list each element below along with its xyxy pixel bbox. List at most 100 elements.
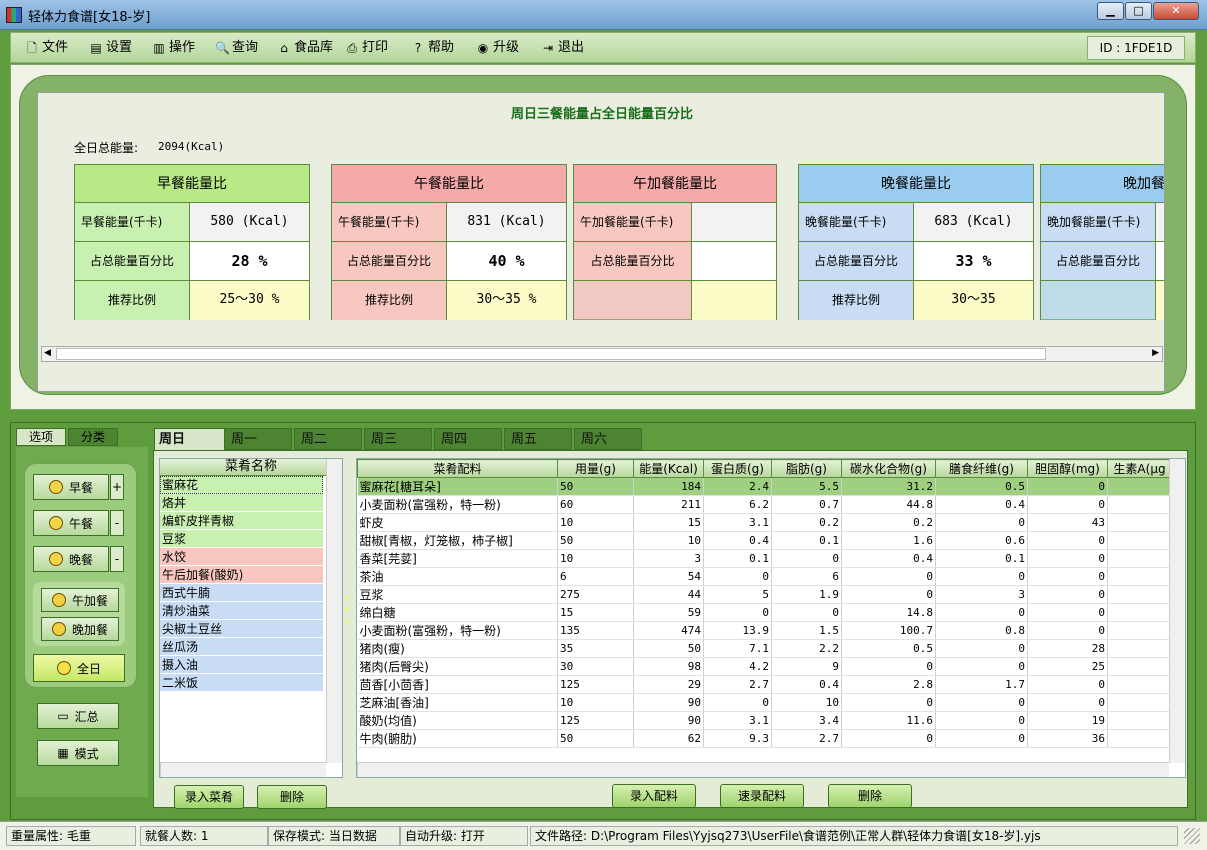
- dish-list-item[interactable]: 清炒油菜: [160, 602, 323, 620]
- quick-add-ingredient-button[interactable]: 速录配料: [720, 784, 804, 808]
- column-header[interactable]: 碳水化合物(g): [841, 459, 936, 478]
- dish-list-item[interactable]: 午后加餐(酸奶): [160, 566, 323, 584]
- ingredient-cell: 50: [557, 729, 634, 748]
- menu-globe-item[interactable]: ◉ 升级: [476, 38, 519, 58]
- ingredient-cell: [1107, 513, 1172, 532]
- menu-help-item[interactable]: ? 帮助: [411, 38, 454, 58]
- ingredient-row[interactable]: 小麦面粉(富强粉，特一粉) 135 474 13.9 1.5 100.7 0.8 0: [357, 621, 1172, 640]
- tab-day-6[interactable]: 周六: [574, 428, 642, 450]
- dish-list-item[interactable]: 西式牛腩: [160, 584, 323, 602]
- column-header[interactable]: 用量(g): [557, 459, 634, 478]
- ingredient-row[interactable]: 猪肉(后臀尖) 30 98 4.2 9 0 0 25: [357, 657, 1172, 676]
- scroll-left-icon[interactable]: ◀: [44, 348, 51, 358]
- menu-exit-item[interactable]: ⇥ 退出: [541, 38, 584, 58]
- tab-category[interactable]: 分类: [68, 428, 118, 446]
- remove-lunch-button[interactable]: -: [110, 510, 124, 536]
- delete-dish-button[interactable]: 删除: [257, 785, 327, 809]
- summary-button[interactable]: ▭ 汇总: [37, 703, 119, 729]
- ingredient-cell: 100.7: [841, 621, 936, 640]
- tab-options[interactable]: 选项: [16, 428, 66, 446]
- add-breakfast-button[interactable]: +: [110, 474, 124, 500]
- dish-list-item[interactable]: 摄入油: [160, 656, 323, 674]
- clock-icon: [48, 480, 63, 494]
- tab-day-1[interactable]: 周一: [224, 428, 292, 450]
- menu-file-item[interactable]: 🗋 文件: [25, 38, 68, 58]
- collapse-arrows-icon[interactable]: ‹ ‹ ‹: [345, 593, 349, 626]
- tab-day-4[interactable]: 周四: [434, 428, 502, 450]
- tab-day-2[interactable]: 周二: [294, 428, 362, 450]
- ingredient-row[interactable]: 香菜[芫荽] 10 3 0.1 0 0.4 0.1 0: [357, 549, 1172, 568]
- minimize-button[interactable]: ▁: [1097, 2, 1124, 20]
- menu-house-item[interactable]: ⌂ 食品库: [277, 38, 333, 58]
- add-ingredient-button[interactable]: 录入配料: [612, 784, 696, 808]
- ingredient-cell: 0: [935, 657, 1028, 676]
- dish-list-item[interactable]: 水饺: [160, 548, 323, 566]
- column-header[interactable]: 胆固醇(mg): [1027, 459, 1108, 478]
- dish-horizontal-scrollbar[interactable]: [160, 762, 326, 777]
- ingredient-cell: 1.9: [771, 585, 842, 604]
- clock-icon: [48, 552, 63, 566]
- menu-item-label: 食品库: [294, 40, 334, 55]
- dish-list-item[interactable]: 豆浆: [160, 530, 323, 548]
- scroll-thumb[interactable]: [56, 348, 1046, 360]
- tab-day-5[interactable]: 周五: [504, 428, 572, 450]
- column-header[interactable]: 能量(Kcal): [633, 459, 704, 478]
- ingredient-row[interactable]: 绵白糖 15 59 0 0 14.8 0 0: [357, 603, 1172, 622]
- ingredient-cell: 0.7: [771, 495, 842, 514]
- delete-ingredient-button[interactable]: 删除: [828, 784, 912, 808]
- ingredient-cell: 6.2: [703, 495, 772, 514]
- ingredient-row[interactable]: 豆浆 275 44 5 1.9 0 3 0: [357, 585, 1172, 604]
- ingredient-cell: 5.5: [771, 477, 842, 496]
- clock-icon: [51, 622, 66, 636]
- ingredient-row[interactable]: 猪肉(瘦) 35 50 7.1 2.2 0.5 0 28: [357, 639, 1172, 658]
- column-header[interactable]: 菜肴配料: [357, 459, 558, 478]
- dish-list-item[interactable]: 蜜麻花: [160, 476, 323, 494]
- menu-chart-item[interactable]: ▥ 操作: [152, 38, 195, 58]
- dish-list-item[interactable]: 烙丼: [160, 494, 323, 512]
- lunch-button[interactable]: 午餐: [33, 510, 109, 536]
- ingredient-vertical-scrollbar[interactable]: [1169, 459, 1185, 763]
- ingredient-row[interactable]: 蜜麻花[糖耳朵] 50 184 2.4 5.5 31.2 0.5 0: [357, 477, 1172, 496]
- energy-value: [692, 203, 776, 241]
- dish-list-item[interactable]: 尖椒土豆丝: [160, 620, 323, 638]
- dish-vertical-scrollbar[interactable]: [326, 459, 342, 763]
- mode-icon: ▦: [57, 746, 69, 760]
- menu-item-label: 退出: [558, 40, 585, 55]
- menu-settings-item[interactable]: ▤ 设置: [89, 38, 132, 58]
- ingredient-row[interactable]: 芝麻油[香油] 10 90 0 10 0 0 0: [357, 693, 1172, 712]
- ingredient-row[interactable]: 小麦面粉(富强粉，特一粉) 60 211 6.2 0.7 44.8 0.4 0: [357, 495, 1172, 514]
- maximize-button[interactable]: □: [1125, 2, 1152, 20]
- ingredient-row[interactable]: 虾皮 10 15 3.1 0.2 0.2 0 43: [357, 513, 1172, 532]
- ingredient-row[interactable]: 茴香[小茴香] 125 29 2.7 0.4 2.8 1.7 0: [357, 675, 1172, 694]
- column-header[interactable]: 膳食纤维(g): [935, 459, 1028, 478]
- dish-list-item[interactable]: 二米饭: [160, 674, 323, 692]
- ingredient-row[interactable]: 酸奶(均值) 125 90 3.1 3.4 11.6 0 19: [357, 711, 1172, 730]
- dish-list-item[interactable]: 煸虾皮拌青椒: [160, 512, 323, 530]
- ingredient-horizontal-scrollbar[interactable]: [357, 762, 1169, 777]
- add-dish-button[interactable]: 录入菜肴: [174, 785, 244, 809]
- dinner-snack-button[interactable]: 晚加餐: [41, 617, 119, 641]
- resize-grip-icon[interactable]: [1184, 828, 1200, 844]
- breakfast-button[interactable]: 早餐: [33, 474, 109, 500]
- all-day-label: 全日: [76, 661, 101, 676]
- tab-day-3[interactable]: 周三: [364, 428, 432, 450]
- lunch-snack-button[interactable]: 午加餐: [41, 588, 119, 612]
- column-header[interactable]: 生素A(μg: [1107, 459, 1172, 478]
- horizontal-scrollbar[interactable]: ◀ ▶: [41, 346, 1163, 362]
- column-header[interactable]: 脂肪(g): [771, 459, 842, 478]
- ingredient-row[interactable]: 牛肉(腑肋) 50 62 9.3 2.7 0 0 36: [357, 729, 1172, 748]
- menu-search-item[interactable]: 🔍 查询: [215, 38, 258, 58]
- tab-day-0[interactable]: 周日: [154, 428, 226, 450]
- ingredient-row[interactable]: 茶油 6 54 0 6 0 0 0: [357, 567, 1172, 586]
- dish-list-item[interactable]: 丝瓜汤: [160, 638, 323, 656]
- all-day-button[interactable]: 全日: [33, 654, 125, 682]
- remove-dinner-button[interactable]: -: [110, 546, 124, 572]
- ingredient-cell: 0: [935, 639, 1028, 658]
- dinner-button[interactable]: 晚餐: [33, 546, 109, 572]
- menu-printer-item[interactable]: ⎙ 打印: [345, 38, 388, 58]
- column-header[interactable]: 蛋白质(g): [703, 459, 772, 478]
- ingredient-row[interactable]: 甜椒[青椒，灯笼椒，柿子椒] 50 10 0.4 0.1 1.6 0.6 0: [357, 531, 1172, 550]
- scroll-right-icon[interactable]: ▶: [1152, 348, 1159, 358]
- close-button[interactable]: ✕: [1153, 2, 1199, 20]
- mode-button[interactable]: ▦ 模式: [37, 740, 119, 766]
